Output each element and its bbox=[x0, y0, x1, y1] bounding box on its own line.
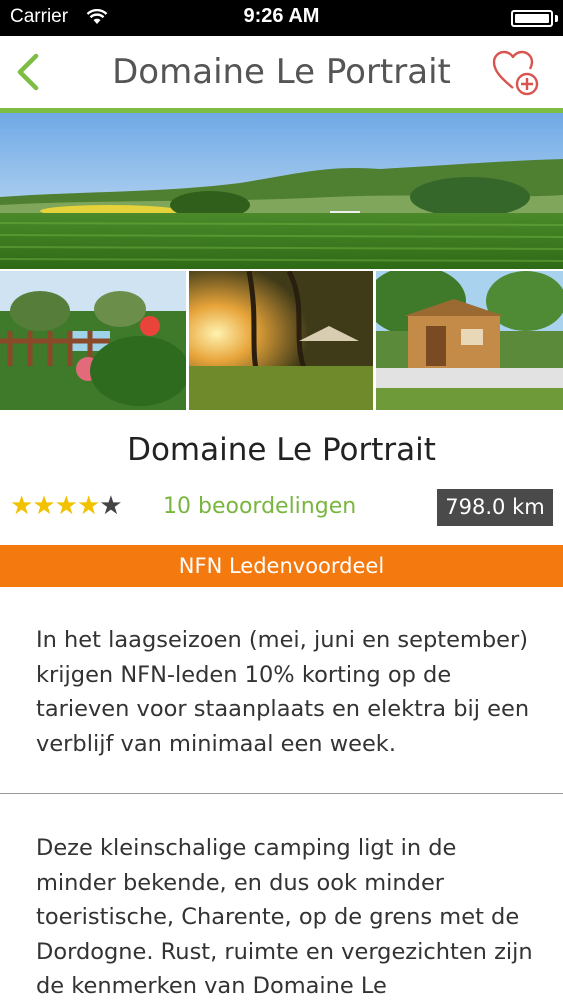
reviews-link[interactable]: 10 beoordelingen bbox=[163, 494, 356, 519]
star-icon: ★ bbox=[76, 491, 100, 521]
battery-icon bbox=[511, 10, 553, 27]
star-icon: ★ bbox=[32, 491, 55, 521]
thumbnail-photo[interactable] bbox=[0, 271, 186, 410]
member-benefit-banner: NFN Ledenvoordeel bbox=[0, 545, 563, 587]
star-empty-icon: ★ bbox=[99, 491, 122, 521]
campsite-name: Domaine Le Portrait bbox=[127, 432, 436, 468]
divider bbox=[0, 793, 563, 794]
member-benefit-text: In het laagseizoen (mei, juni en septemb… bbox=[36, 627, 530, 757]
hero-photo[interactable] bbox=[0, 113, 563, 269]
status-bar: Carrier 9:26 AM bbox=[0, 0, 563, 36]
nav-bar: Domaine Le Portrait bbox=[0, 36, 563, 108]
star-icon: ★ bbox=[10, 491, 33, 521]
page-title: Domaine Le Portrait bbox=[112, 52, 451, 92]
thumbnail-photo[interactable] bbox=[376, 271, 563, 410]
description-text: Deze kleinschalige camping ligt in de mi… bbox=[36, 835, 533, 999]
status-time: 9:26 AM bbox=[243, 5, 320, 27]
distance-badge: 798.0 km bbox=[437, 489, 553, 526]
photo-thumbnails bbox=[0, 271, 563, 410]
star-icon: ★ bbox=[54, 491, 78, 521]
heart-plus-icon[interactable] bbox=[491, 48, 541, 98]
thumbnail-photo[interactable] bbox=[189, 271, 373, 410]
star-rating: ★★★★★ bbox=[10, 491, 123, 521]
chevron-left-icon[interactable] bbox=[8, 50, 48, 94]
